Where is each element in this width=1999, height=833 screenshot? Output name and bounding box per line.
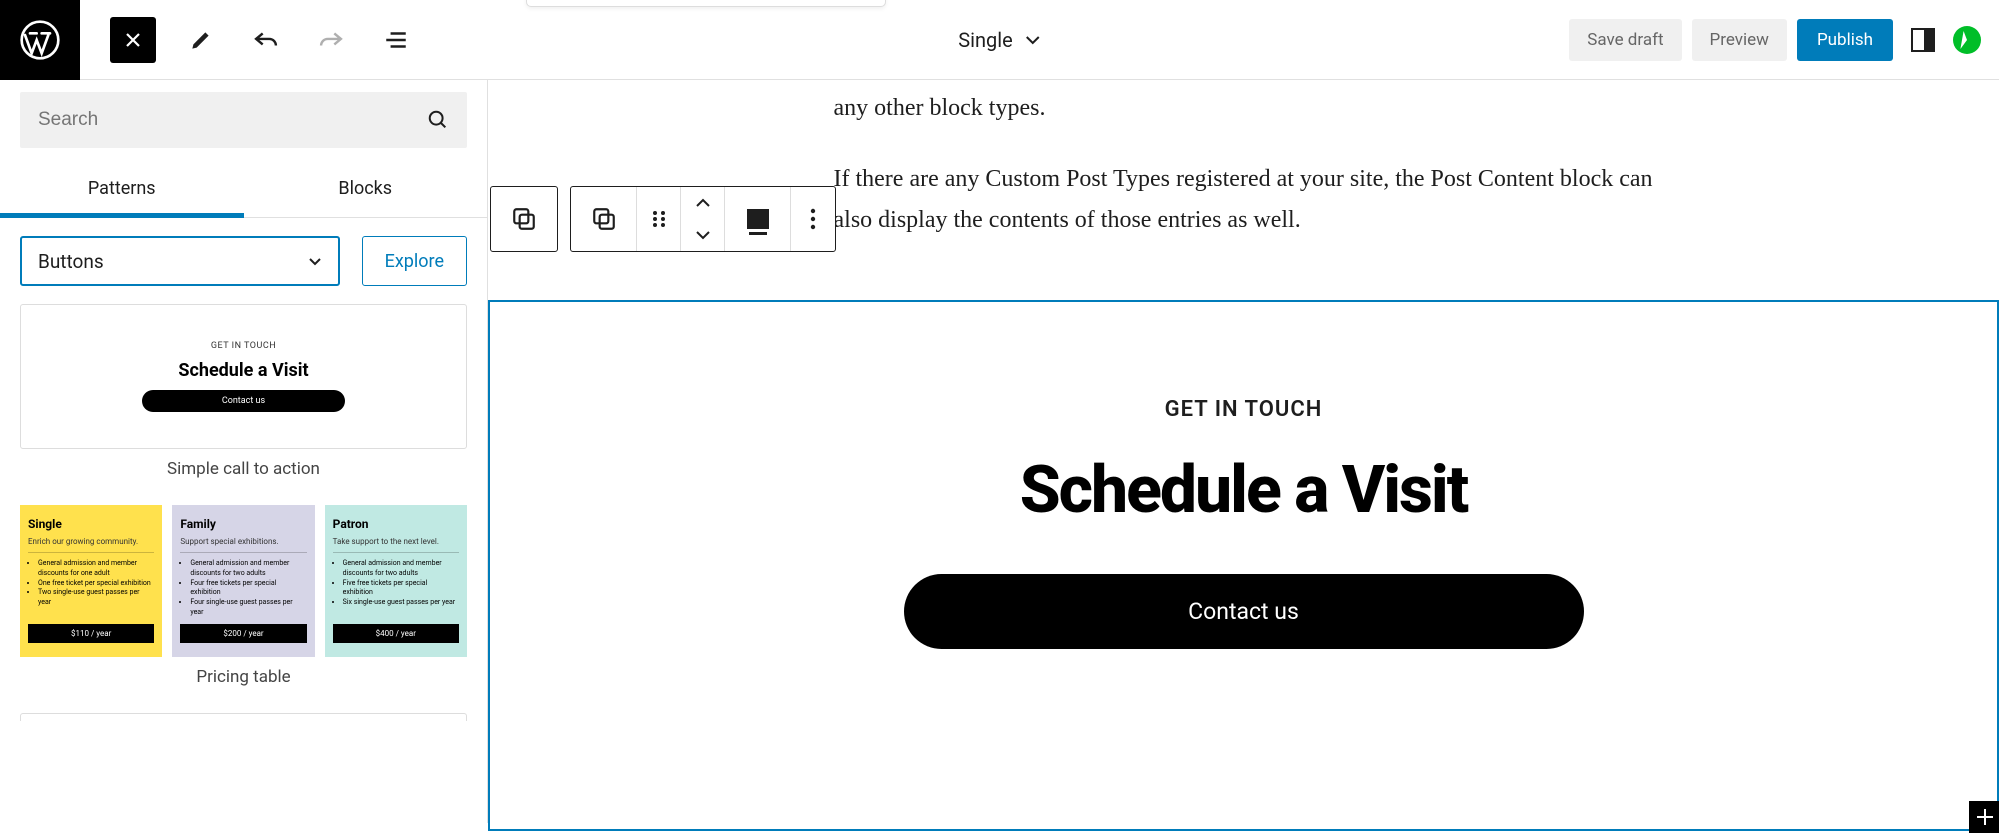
explore-patterns-button[interactable]: Explore (362, 236, 467, 286)
alignment-button[interactable] (725, 187, 791, 251)
parent-block-button[interactable] (571, 187, 637, 251)
pattern-caption-cta: Simple call to action (0, 459, 487, 479)
cta-eyebrow[interactable]: GET IN TOUCH (520, 397, 1967, 422)
chevron-up-icon (695, 198, 711, 208)
move-up-button[interactable] (695, 187, 711, 219)
search-icon (427, 109, 449, 131)
more-vertical-icon (810, 208, 816, 230)
selected-group-block[interactable]: GET IN TOUCH Schedule a Visit Contact us (488, 300, 1999, 831)
pattern-preview-next[interactable] (20, 713, 467, 721)
document-outline-icon[interactable] (381, 25, 411, 55)
editor-canvas[interactable]: any other block types. If there are any … (488, 80, 1999, 823)
pricing-col-family: Family Support special exhibitions. Gene… (172, 505, 314, 657)
editor-top-bar: Single Save draft Preview Publish (0, 0, 1999, 80)
move-down-button[interactable] (695, 219, 711, 251)
preview-button[interactable]: Preview (1692, 19, 1787, 61)
edit-tool-icon[interactable] (186, 25, 216, 55)
tab-patterns[interactable]: Patterns (0, 160, 244, 217)
pattern-caption-pricing: Pricing table (0, 667, 487, 687)
search-input[interactable] (38, 109, 427, 131)
block-inserter-sidebar: Patterns Blocks Buttons Explore GET IN T… (0, 80, 488, 823)
drag-handle-icon (651, 209, 667, 229)
toolbar-main (570, 186, 836, 252)
block-options-button[interactable] (791, 187, 835, 251)
pattern-preview-cta[interactable]: GET IN TOUCH Schedule a Visit Contact us (20, 304, 467, 449)
wordpress-logo[interactable] (0, 0, 80, 80)
inserter-search[interactable] (20, 92, 467, 148)
settings-panel-toggle-icon[interactable] (1911, 28, 1935, 52)
block-appender-button[interactable] (1969, 801, 1999, 833)
pattern-category-value: Buttons (38, 250, 104, 273)
close-inserter-button[interactable] (110, 17, 156, 63)
document-mode-dropdown[interactable]: Single (958, 28, 1040, 52)
pattern-filter-row: Buttons Explore (20, 236, 467, 286)
redo-icon[interactable] (316, 25, 346, 55)
undo-icon[interactable] (251, 25, 281, 55)
block-type-button[interactable] (491, 187, 557, 251)
group-parent-icon (591, 206, 617, 232)
chevron-down-icon (1025, 35, 1041, 45)
pattern-category-select[interactable]: Buttons (20, 236, 340, 286)
save-draft-button[interactable]: Save draft (1569, 19, 1681, 61)
top-tool-icons (186, 25, 411, 55)
post-content-text[interactable]: any other block types. If there are any … (804, 88, 1684, 240)
toolbar-block-type (490, 186, 558, 252)
jetpack-icon[interactable] (1953, 26, 1981, 54)
pattern-preview-pricing[interactable]: Single Enrich our growing community. Gen… (20, 505, 467, 657)
drag-handle[interactable] (637, 187, 681, 251)
group-block-icon (511, 206, 537, 232)
chevron-down-icon (308, 257, 322, 266)
top-right-actions: Save draft Preview Publish (1569, 19, 1981, 61)
tab-blocks[interactable]: Blocks (244, 160, 488, 217)
command-palette-hint[interactable] (526, 0, 886, 7)
cta-contact-button[interactable]: Contact us (904, 574, 1584, 649)
align-full-icon (747, 209, 769, 229)
pricing-col-patron: Patron Take support to the next level. G… (325, 505, 467, 657)
publish-button[interactable]: Publish (1797, 19, 1893, 61)
chevron-down-icon (695, 230, 711, 240)
cta-heading[interactable]: Schedule a Visit (520, 452, 1967, 529)
document-mode-label: Single (958, 28, 1012, 52)
inserter-tabs: Patterns Blocks (0, 160, 487, 218)
pricing-col-single: Single Enrich our growing community. Gen… (20, 505, 162, 657)
block-toolbar (490, 186, 848, 252)
